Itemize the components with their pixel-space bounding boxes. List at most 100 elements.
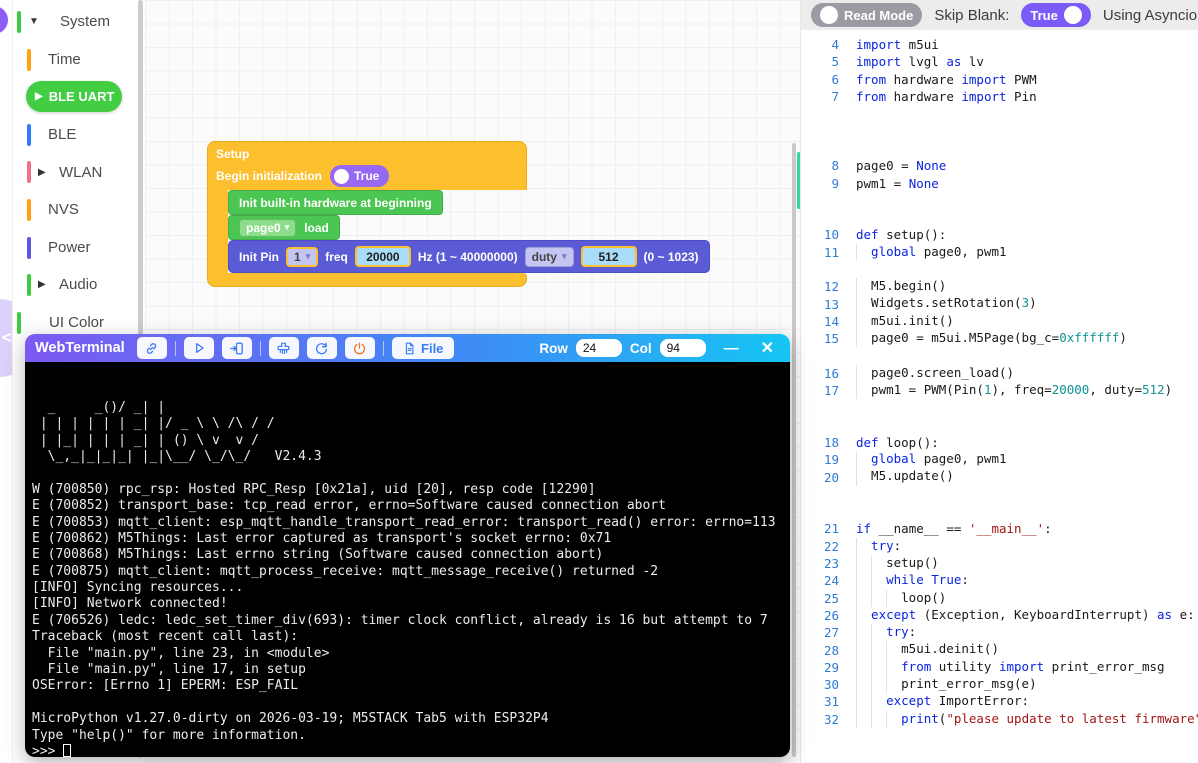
terminal-line: E (700853) mqtt_client: esp_mqtt_handle_… [32, 515, 790, 531]
code-line-27: 27 try: [801, 624, 1198, 641]
code-token: ), freq= [991, 382, 1051, 397]
terminal-line: [INFO] Syncing resources... [32, 580, 790, 596]
block-init-pin[interactable]: Init Pin 1 ▾ freq 20000 Hz (1 ~ 40000000… [228, 240, 710, 273]
sidebar-item-ble-uart[interactable]: ▶BLE UART [13, 78, 139, 116]
sidebar-item-nvs[interactable]: NVS [13, 191, 139, 229]
sidebar-item-label: WLAN [59, 164, 102, 181]
code-text: import lvgl as lv [856, 54, 984, 69]
code-token: setup() [886, 555, 939, 570]
category-color-bar [27, 124, 31, 146]
col-input[interactable] [660, 339, 706, 357]
code-token: None [916, 158, 946, 173]
toolbar-divider [175, 341, 176, 356]
code-text: page0 = m5ui.M5Page(bg_c=0xffffff) [856, 330, 1127, 347]
line-number: 25 [801, 591, 839, 606]
indent-guide [856, 607, 871, 624]
code-token: lv [961, 54, 984, 69]
webterminal-titlebar[interactable]: WebTerminal [25, 334, 790, 362]
sidebar-item-system[interactable]: ▼System [13, 3, 139, 41]
read-mode-toggle[interactable]: Read Mode [811, 3, 922, 27]
pin-dropdown[interactable]: 1 ▾ [286, 247, 318, 267]
indent-guide [856, 676, 871, 693]
sidebar-item-label: System [60, 13, 110, 30]
terminal-line: \_,_|_|_|_| |_|\__/ \_/\_/ V2.4.3 [32, 449, 790, 465]
code-panel: Read Mode Skip Blank: True Using Asyncio… [800, 0, 1198, 763]
minimize-button[interactable]: — [724, 340, 739, 357]
code-token: import [961, 72, 1006, 87]
code-token: m5ui.deinit() [901, 641, 999, 656]
duty-dropdown[interactable]: duty ▾ [525, 247, 574, 267]
connect-button[interactable] [137, 337, 167, 359]
file-button[interactable]: File [392, 337, 454, 359]
run-button[interactable] [184, 337, 214, 359]
line-number: 19 [801, 452, 839, 467]
indent-guide [856, 538, 871, 555]
download-to-device-button[interactable] [222, 337, 252, 359]
code-blank-line [801, 105, 1198, 122]
code-text: import m5ui [856, 37, 939, 52]
code-token: m5ui [901, 37, 939, 52]
row-input[interactable] [576, 339, 622, 357]
terminal-line: MicroPython v1.27.0-dirty on 2026-03-19;… [32, 711, 790, 727]
code-token: from [856, 72, 886, 87]
block-init-hardware[interactable]: Init built-in hardware at beginning [228, 190, 443, 215]
restart-button[interactable] [307, 337, 337, 359]
power-button[interactable] [345, 337, 375, 359]
code-token: (Exception, KeyboardInterrupt) [916, 607, 1157, 622]
sidebar-item-audio[interactable]: ▶Audio [13, 266, 139, 304]
terminal-output[interactable]: _ _()/ _| | | | | | | | _| |/ _ \ \ /\ /… [25, 362, 790, 757]
sidebar-item-wlan[interactable]: ▶WLAN [13, 153, 139, 191]
play-icon [191, 340, 207, 356]
code-token: as [1157, 607, 1172, 622]
sidebar-item-ble[interactable]: BLE [13, 116, 139, 154]
page-dropdown[interactable]: page0 ▾ [239, 219, 296, 237]
code-text: if __name__ == '__main__': [856, 521, 1052, 536]
close-button[interactable]: ✕ [761, 338, 774, 358]
code-line-11: 11 global page0, pwm1 [801, 244, 1198, 261]
category-color-bar [27, 49, 31, 71]
code-text: from hardware import PWM [856, 72, 1037, 87]
code-token: if [856, 521, 871, 536]
sidebar-item-label: NVS [48, 201, 79, 218]
code-token: print [901, 711, 939, 726]
indent-guide [856, 555, 871, 572]
terminal-line: OSError: [Errno 1] EPERM: ESP_FAIL [32, 678, 790, 694]
brush-icon [275, 340, 292, 357]
sidebar-item-time[interactable]: Time [13, 41, 139, 79]
block-page-load[interactable]: page0 ▾ load [228, 215, 340, 240]
toggle-knob [820, 6, 838, 24]
code-token: 20000 [1052, 382, 1090, 397]
line-number: 5 [801, 54, 839, 69]
code-token: __name__ == [871, 521, 969, 536]
code-line-9: 9pwm1 = None [801, 174, 1198, 191]
line-number: 27 [801, 625, 839, 640]
begin-init-toggle[interactable]: True [330, 165, 389, 187]
indent-guide [856, 244, 871, 261]
terminal-line [32, 695, 790, 711]
link-icon [143, 340, 160, 357]
code-token: Pin [1007, 89, 1037, 104]
code-lines[interactable]: 4import m5ui5import lvgl as lv6from hard… [801, 36, 1198, 728]
code-token: print_error_msg [1044, 659, 1164, 674]
workspace-scrollbar[interactable] [792, 143, 796, 757]
terminal-line: _ _()/ _| | [32, 400, 790, 416]
sidebar-item-power[interactable]: Power [13, 229, 139, 267]
code-text: m5ui.deinit() [856, 641, 999, 658]
duty-input[interactable]: 512 [581, 246, 637, 267]
code-text: M5.update() [856, 468, 954, 485]
code-text: try: [856, 624, 916, 641]
code-line-30: 30 print_error_msg(e) [801, 676, 1198, 693]
code-text: def setup(): [856, 227, 946, 242]
code-token: m5ui.init() [871, 313, 954, 328]
line-number: 23 [801, 556, 839, 571]
code-text: M5.begin() [856, 278, 946, 295]
chevron-down-icon: ▾ [285, 222, 290, 233]
clear-terminal-button[interactable] [269, 337, 299, 359]
indent-guide [856, 572, 871, 589]
skip-blank-toggle[interactable]: True [1021, 3, 1090, 27]
indent-guide [886, 711, 901, 728]
freq-input[interactable]: 20000 [355, 246, 411, 267]
webterminal-title: WebTerminal [35, 340, 125, 356]
block-setup[interactable]: Setup Begin initialization True [207, 141, 527, 190]
code-token: import [856, 37, 901, 52]
